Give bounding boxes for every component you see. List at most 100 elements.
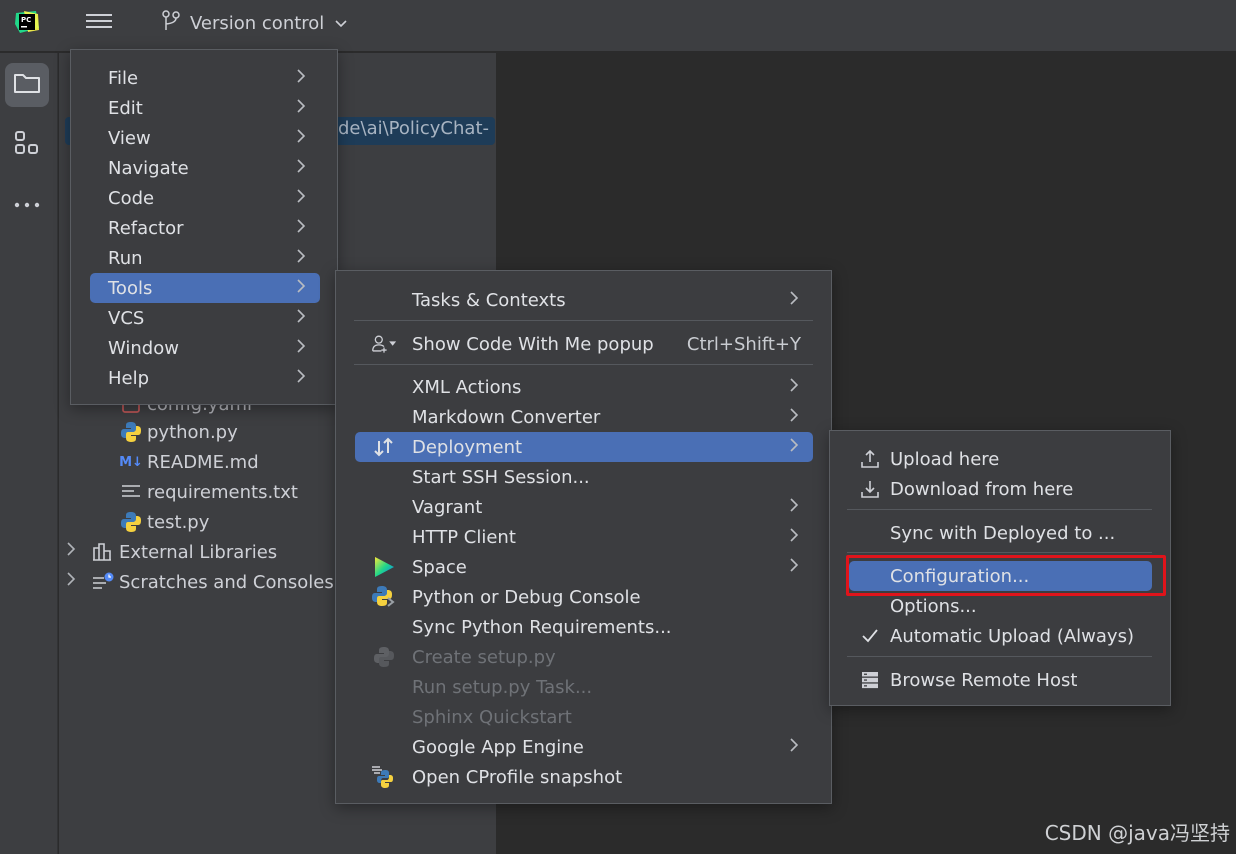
project-tool-button[interactable] <box>5 63 49 107</box>
structure-tool-button[interactable] <box>5 123 49 167</box>
main-menu-item-help[interactable]: Help <box>90 363 320 393</box>
main-menu-item-run[interactable]: Run <box>90 243 320 273</box>
python-file-icon <box>120 421 142 443</box>
deployment-menu-item-upload-here[interactable]: Upload here <box>849 444 1152 474</box>
pycharm-logo-icon[interactable]: PC <box>14 10 40 34</box>
annotation-highlight-box <box>846 555 1166 596</box>
deployment-menu-item-browse-remote-host[interactable]: Browse Remote Host <box>849 665 1152 695</box>
tools-menu-item-space[interactable]: Space <box>355 552 813 582</box>
python-console-icon <box>371 584 397 610</box>
tree-item-file[interactable]: requirements.txt <box>120 477 298 507</box>
chevron-right-icon <box>789 377 799 397</box>
chevron-right-icon <box>789 437 799 457</box>
deployment-menu-item-sync-with-deployed-to[interactable]: Sync with Deployed to ... <box>849 518 1152 548</box>
menu-item-label: XML Actions <box>412 376 522 398</box>
server-icon <box>857 667 883 693</box>
chevron-right-icon <box>296 218 306 238</box>
main-menu-item-view[interactable]: View <box>90 123 320 153</box>
tree-item-file[interactable]: test.py <box>120 507 209 537</box>
tools-menu-item-open-cprofile-snapshot[interactable]: Open CProfile snapshot <box>355 762 813 792</box>
main-menu-button[interactable] <box>86 10 112 34</box>
branch-icon <box>162 9 180 37</box>
tree-item-scratches[interactable]: Scratches and Consoles <box>92 567 337 597</box>
main-menu-item-tools[interactable]: Tools <box>90 273 320 303</box>
tools-menu-item-start-ssh-session[interactable]: Start SSH Session... <box>355 462 813 492</box>
expand-chevron-icon[interactable] <box>66 541 76 561</box>
space-icon <box>371 554 397 580</box>
tools-menu-item-markdown-converter[interactable]: Markdown Converter <box>355 402 813 432</box>
tools-menu-item-sync-python-requirements[interactable]: Sync Python Requirements... <box>355 612 813 642</box>
menu-item-label: File <box>108 67 139 89</box>
menu-separator <box>847 656 1152 657</box>
version-control-label: Version control <box>190 12 325 34</box>
tools-menu-item-python-or-debug-console[interactable]: Python or Debug Console <box>355 582 813 612</box>
deployment-menu-item-automatic-upload-always[interactable]: Automatic Upload (Always) <box>849 621 1152 651</box>
tools-menu-item-sphinx-quickstart[interactable]: Sphinx Quickstart <box>355 702 813 732</box>
chevron-right-icon <box>789 290 799 310</box>
tools-menu-item-run-setup-py-task[interactable]: Run setup.py Task... <box>355 672 813 702</box>
menu-item-label: Sync Python Requirements... <box>412 616 672 638</box>
tree-item-file[interactable]: python.py <box>120 417 238 447</box>
tools-menu-item-tasks-contexts[interactable]: Tasks & Contexts <box>355 285 813 315</box>
chevron-right-icon <box>296 128 306 148</box>
chevron-right-icon <box>789 737 799 757</box>
menu-item-label: HTTP Client <box>412 526 516 548</box>
python-file-icon <box>120 511 142 533</box>
chevron-right-icon <box>789 407 799 427</box>
main-menu-item-vcs[interactable]: VCS <box>90 303 320 333</box>
chevron-down-icon <box>334 13 348 34</box>
main-menu-item-code[interactable]: Code <box>90 183 320 213</box>
menu-item-label: Google App Engine <box>412 736 584 758</box>
expand-chevron-icon[interactable] <box>66 571 76 591</box>
chevron-right-icon <box>296 248 306 268</box>
main-menu-item-refactor[interactable]: Refactor <box>90 213 320 243</box>
main-menu-item-file[interactable]: File <box>90 63 320 93</box>
version-control-widget[interactable]: Version control <box>162 9 348 37</box>
cprofile-icon <box>371 764 397 790</box>
checkmark-icon <box>857 623 883 649</box>
tools-menu-item-show-code-with-me-popup[interactable]: Show Code With Me popup Ctrl+Shift+Y <box>355 329 813 359</box>
menu-item-label: Sphinx Quickstart <box>412 706 572 728</box>
deployment-icon <box>371 434 397 460</box>
tools-menu-item-deployment[interactable]: Deployment <box>355 432 813 462</box>
menu-item-label: Browse Remote Host <box>890 669 1078 691</box>
menu-item-label: Vagrant <box>412 496 483 518</box>
menu-item-label: Upload here <box>890 448 1000 470</box>
tools-menu-item-create-setup-py[interactable]: Create setup.py <box>355 642 813 672</box>
python-icon <box>371 644 397 670</box>
menu-separator <box>847 552 1152 553</box>
menu-item-label: Create setup.py <box>412 646 556 668</box>
menu-item-label: Deployment <box>412 436 523 458</box>
menu-item-label: Python or Debug Console <box>412 586 641 608</box>
main-menu-item-edit[interactable]: Edit <box>90 93 320 123</box>
menu-item-label: Navigate <box>108 157 189 179</box>
shortcut-label: Ctrl+Shift+Y <box>686 333 801 355</box>
main-menu-item-window[interactable]: Window <box>90 333 320 363</box>
main-menu-item-navigate[interactable]: Navigate <box>90 153 320 183</box>
menu-item-label: Automatic Upload (Always) <box>890 625 1134 647</box>
chevron-right-icon <box>296 188 306 208</box>
text-file-icon <box>120 481 142 503</box>
menu-item-label: Tools <box>108 277 153 299</box>
markdown-file-icon: M↓ <box>119 454 143 470</box>
chevron-right-icon <box>296 368 306 388</box>
folder-icon <box>13 71 41 99</box>
tree-item-external-libraries[interactable]: External Libraries <box>92 537 277 567</box>
menu-item-label: Code <box>108 187 155 209</box>
code-with-me-icon <box>371 331 397 357</box>
tools-menu-item-vagrant[interactable]: Vagrant <box>355 492 813 522</box>
more-tools-button[interactable] <box>5 181 49 225</box>
chevron-right-icon <box>789 527 799 547</box>
tools-menu-item-http-client[interactable]: HTTP Client <box>355 522 813 552</box>
scratches-icon <box>92 571 114 593</box>
deployment-menu-item-download-from-here[interactable]: Download from here <box>849 474 1152 504</box>
menu-item-label: Run <box>108 247 143 269</box>
tree-item-file[interactable]: M↓ README.md <box>119 447 259 477</box>
tools-menu-item-xml-actions[interactable]: XML Actions <box>355 372 813 402</box>
svg-text:PC: PC <box>21 16 31 24</box>
libraries-icon <box>92 541 114 563</box>
download-icon <box>857 476 883 502</box>
menu-item-label: Markdown Converter <box>412 406 601 428</box>
chevron-right-icon <box>296 338 306 358</box>
tools-menu-item-google-app-engine[interactable]: Google App Engine <box>355 732 813 762</box>
